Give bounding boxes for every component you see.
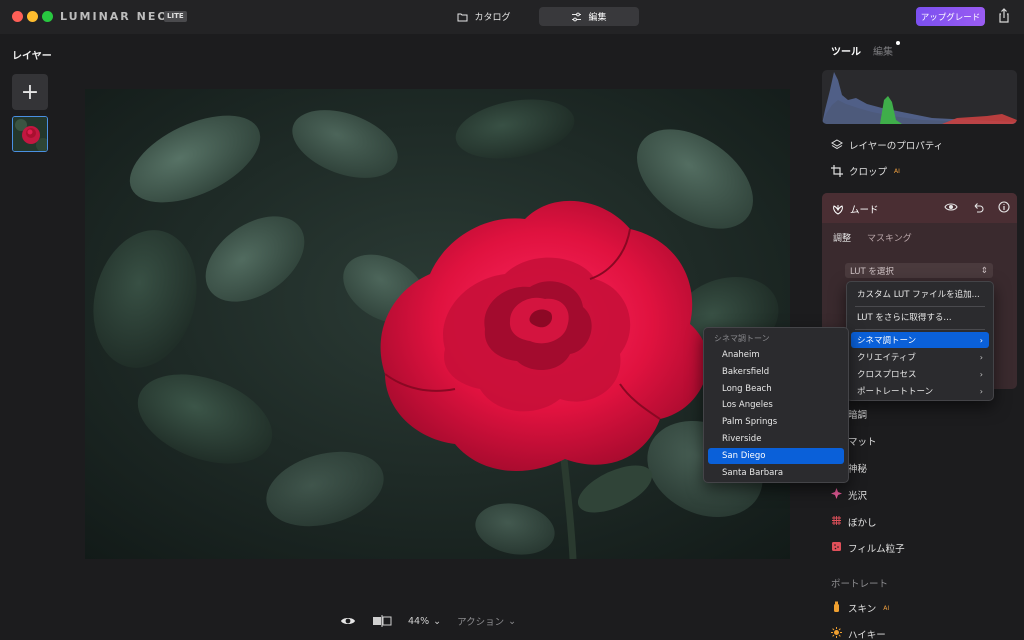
crop-icon (831, 165, 843, 177)
tab-adjust[interactable]: 調整 (833, 231, 851, 244)
tab-edit[interactable]: 編集 (539, 7, 639, 26)
share-icon[interactable] (996, 8, 1012, 24)
tool-item-skin[interactable]: スキン AI (831, 601, 889, 615)
tool-item-label: 暗調 (848, 410, 868, 421)
layers-title: レイヤー (12, 51, 52, 62)
tab-catalog-label: カタログ (474, 13, 511, 23)
tab-masking[interactable]: マスキング (867, 231, 912, 244)
mood-icon (833, 205, 843, 215)
actions-dropdown[interactable]: アクション ⌄ (457, 614, 517, 629)
menu-item-add-custom-lut[interactable]: カスタム LUT ファイルを追加... (851, 286, 989, 302)
sliders-icon (572, 12, 582, 21)
app-logo: LUMINAR NEO (60, 10, 169, 23)
tool-item-label: ぼかし (848, 518, 877, 529)
mood-title: ムード (850, 205, 879, 216)
close-window-button[interactable] (12, 11, 23, 22)
menu-item-label: ポートレートトーン (857, 387, 934, 397)
tool-item-label: マット (848, 437, 877, 448)
tool-item-film-grain[interactable]: フィルム粒子 (831, 541, 905, 555)
menu-separator (855, 306, 985, 307)
menu-separator (855, 329, 985, 330)
menu-item-label: クリエイティブ (857, 353, 916, 363)
tool-item-label: 光沢 (848, 491, 868, 502)
photo-canvas[interactable] (85, 89, 790, 559)
tab-edits[interactable]: 編集 (873, 43, 893, 58)
upgrade-button[interactable]: アップグレード (916, 7, 985, 26)
chevron-right-icon: › (979, 369, 983, 379)
lut-option[interactable]: Los Angeles (708, 397, 844, 413)
lut-option[interactable]: Palm Springs (708, 414, 844, 430)
rose-photo (85, 89, 790, 559)
tool-item-label: フィルム粒子 (848, 544, 905, 555)
zoom-window-button[interactable] (42, 11, 53, 22)
lut-option[interactable]: Santa Barbara (708, 465, 844, 481)
layer-properties-label: レイヤーのプロパティ (849, 141, 944, 152)
menu-item-get-more-luts[interactable]: LUT をさらに取得する... (851, 309, 989, 325)
chevron-right-icon: › (979, 352, 983, 362)
lut-option[interactable]: Bakersfield (708, 364, 844, 380)
undo-icon[interactable] (972, 201, 984, 213)
menu-item-creative[interactable]: クリエイティブ › (851, 349, 989, 365)
submenu-header: シネマ調トーン (714, 334, 770, 343)
tab-tools[interactable]: ツール (831, 43, 861, 58)
tool-item-label: スキン (848, 604, 877, 615)
chevron-down-icon: ⌄ (433, 615, 442, 627)
tool-item-label: ハイキー (848, 630, 886, 640)
tool-item-high-key[interactable]: ハイキー (831, 627, 886, 640)
updown-chevron-icon: ⇕ (980, 265, 988, 276)
lut-select-value: LUT を選択 (850, 266, 894, 277)
folder-icon (457, 13, 468, 21)
lut-option[interactable]: Long Beach (708, 381, 844, 397)
chevron-right-icon: › (979, 335, 983, 345)
zoom-dropdown[interactable]: 44% ⌄ (408, 616, 441, 627)
lut-option[interactable]: San Diego (708, 447, 844, 464)
menu-item-label: シネマ調トーン (857, 336, 917, 346)
menu-item-cinema-tones[interactable]: シネマ調トーン › (851, 332, 989, 348)
info-icon[interactable] (998, 201, 1010, 213)
tool-item-glow[interactable]: 光沢 (831, 488, 867, 502)
menu-item-label: クロスプロセス (857, 370, 917, 380)
lut-select[interactable]: LUT を選択 ⇕ (845, 263, 993, 278)
crop-label: クロップ (849, 167, 888, 178)
lut-option[interactable]: Riverside (708, 431, 844, 447)
layer-thumbnail[interactable] (12, 116, 48, 152)
layers-icon (831, 139, 843, 150)
tab-edit-label: 編集 (588, 13, 607, 23)
compare-icon[interactable] (372, 615, 392, 627)
menu-item-cross-process[interactable]: クロスプロセス › (851, 366, 989, 382)
blur-icon (831, 515, 842, 529)
tool-item-label: 神秘 (848, 464, 868, 475)
histogram (822, 70, 1017, 124)
add-layer-button[interactable]: + (12, 74, 48, 110)
visibility-eye-icon[interactable] (944, 201, 958, 213)
lut-option[interactable]: Anaheim (708, 347, 844, 363)
layer-properties-item[interactable]: レイヤーのプロパティ (831, 138, 943, 152)
film-grain-icon (831, 541, 842, 555)
notification-dot (896, 41, 900, 45)
chevron-down-icon: ⌄ (508, 615, 517, 627)
skin-icon (831, 601, 842, 615)
rose-thumbnail-image (13, 117, 47, 151)
high-key-icon (831, 627, 842, 640)
bottom-toolbar: 44% ⌄ アクション ⌄ (340, 612, 516, 630)
minimize-window-button[interactable] (27, 11, 38, 22)
tab-catalog[interactable]: カタログ (434, 7, 534, 26)
ai-tag: AI (894, 167, 900, 175)
tool-item-blur[interactable]: ぼかし (831, 515, 877, 529)
lut-context-menu: カスタム LUT ファイルを追加... LUT をさらに取得する... シネマ調… (846, 281, 994, 401)
glow-icon (831, 488, 842, 502)
edition-badge: LITE (164, 11, 187, 22)
cinema-tones-submenu: シネマ調トーン Anaheim Bakersfield Long Beach Los … (703, 327, 849, 483)
crop-item[interactable]: クロップ AI (831, 164, 900, 178)
section-portrait: ポートレート (831, 579, 889, 590)
title-bar: LUMINAR NEO LITE カタログ 編集 アップグレード (0, 0, 1024, 34)
ai-tag: AI (883, 604, 890, 612)
eye-icon[interactable] (340, 615, 356, 627)
menu-item-portrait-tones[interactable]: ポートレートトーン › (851, 383, 989, 399)
mood-header[interactable]: ムード (822, 193, 1017, 223)
actions-label: アクション (457, 617, 505, 628)
zoom-value: 44% (408, 615, 430, 627)
chevron-right-icon: › (979, 386, 983, 396)
